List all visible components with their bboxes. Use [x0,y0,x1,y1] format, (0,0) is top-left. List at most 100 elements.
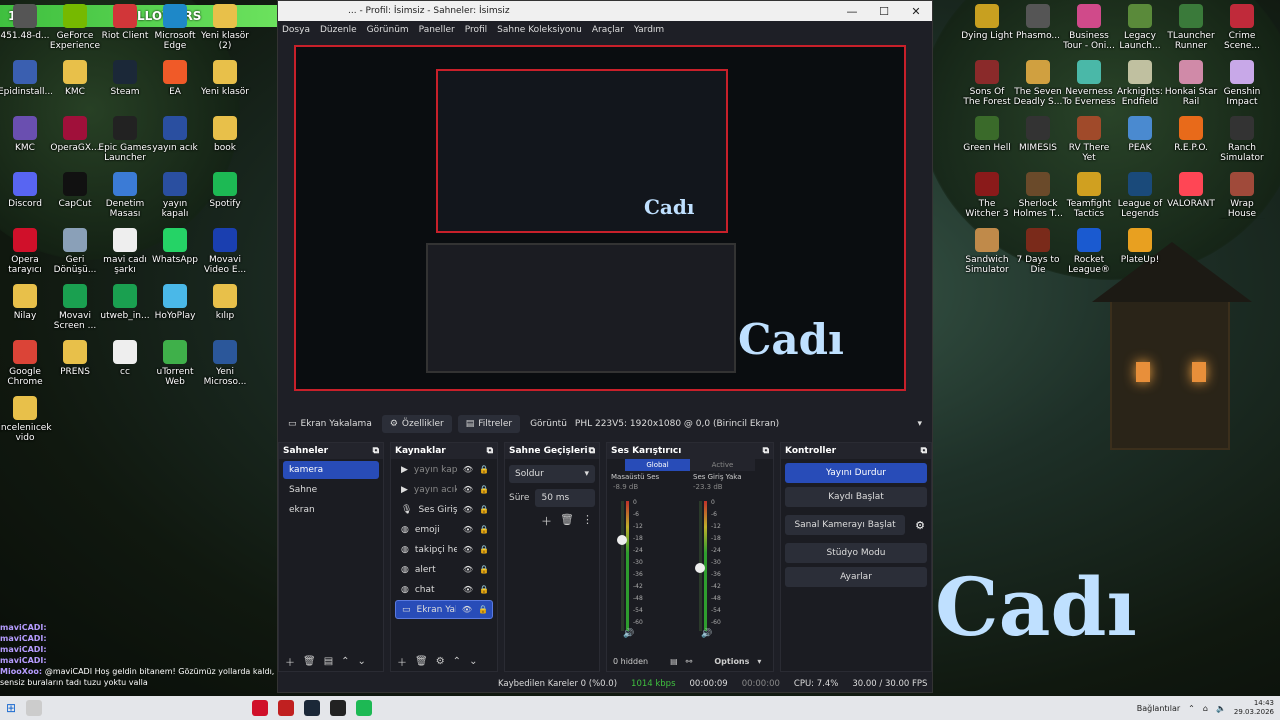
desktop-icon[interactable]: Movavi Screen ... [48,284,102,331]
desktop-icon[interactable]: Ranch Simulator [1215,116,1269,163]
desktop-icon[interactable]: mavi cadı şarkı [98,228,152,275]
spotify-icon[interactable] [356,700,373,716]
desktop-icon[interactable]: Yeni Microso... [198,340,252,387]
lock-icon[interactable]: 🔒 [479,545,493,554]
gear-icon[interactable]: ⚙ [436,656,445,667]
chevron-up-icon[interactable]: ⌃ [1188,704,1195,713]
desktop-icon[interactable]: PlateUp! [1113,228,1167,265]
desktop-icon[interactable]: Rocket League® [1062,228,1116,275]
scene-item[interactable]: ekran [283,501,379,519]
desktop-icon[interactable]: Movavi Video E... [198,228,252,275]
desktop-icon[interactable]: HoYoPlay [148,284,202,321]
desktop-icon[interactable]: Yeni klasör [198,60,252,97]
desktop-icon[interactable]: Discord [0,172,52,209]
desktop-icon[interactable]: The Seven Deadly S... [1011,60,1065,107]
desktop-icon[interactable]: RV There Yet [1062,116,1116,163]
desktop-icon[interactable]: yayın kapalı [148,172,202,219]
desktop-icon[interactable]: Epidinstall... [0,60,52,97]
desktop-icon[interactable]: Sandwich Simulator [960,228,1014,275]
desktop-icon[interactable]: Green Hell [960,116,1014,153]
gear-icon[interactable]: ⚙ [909,519,931,532]
obs-preview[interactable]: Cadı Cadı [294,45,906,391]
desktop-icon[interactable]: Denetim Masası [98,172,152,219]
volume-fader[interactable] [617,534,627,545]
source-item[interactable]: ▶ yayın kapalı 👁 🔒 [395,460,493,479]
lock-icon[interactable]: 🔒 [479,525,493,534]
minimize-icon[interactable]: — [836,5,868,18]
link-icon[interactable]: ⚯ [686,657,693,666]
options-button[interactable]: Options [714,657,749,666]
desktop-icon[interactable]: Honkai Star Rail [1164,60,1218,107]
desktop-icon[interactable]: TLauncher Runner [1164,4,1218,51]
desktop-icon[interactable]: 7 Days to Die [1011,228,1065,275]
add-icon[interactable]: ＋ [285,654,295,669]
lock-icon[interactable]: 🔒 [479,465,493,474]
desktop-icon[interactable]: utweb_in... [98,284,152,321]
chevron-down-icon[interactable]: ▾ [917,419,932,429]
dock-icon[interactable]: ⧉ [589,446,595,456]
source-item[interactable]: ▭ Ekran Yakala 👁 🔒 [395,600,493,619]
dock-icon[interactable]: ⧉ [487,446,493,456]
obs-icon[interactable] [330,700,347,716]
eye-icon[interactable]: 👁 [463,485,473,494]
eye-icon[interactable]: 👁 [463,465,473,474]
opera-icon[interactable] [252,700,269,716]
source-item[interactable]: ◍ alert 👁 🔒 [395,560,493,579]
desktop-icon[interactable]: KMC [0,116,52,153]
menu-paneller[interactable]: Paneller [419,25,455,35]
speaker-icon[interactable]: 🔊 [701,629,712,639]
desktop-icon[interactable]: Crime Scene... [1215,4,1269,51]
desktop-icon[interactable]: Business Tour - Oni... [1062,4,1116,51]
desktop-icon[interactable]: Dying Light [960,4,1014,41]
dock-icon[interactable]: ⧉ [921,446,927,456]
desktop-icon[interactable]: Phasmo... [1011,4,1065,41]
desktop-icon[interactable]: Geri Dönüşü... [48,228,102,275]
lock-icon[interactable]: 🔒 [479,505,493,514]
search-icon[interactable] [26,700,43,716]
desktop-icon[interactable]: The Witcher 3 ... [960,172,1014,219]
desktop-icon[interactable]: Google Chrome [0,340,52,387]
transition-select[interactable]: Soldur ▾ [509,465,595,483]
menu-duzenle[interactable]: Düzenle [320,25,357,35]
start-recording-button[interactable]: Kaydı Başlat [785,487,927,507]
speaker-icon[interactable]: 🔊 [623,629,634,639]
studio-mode-button[interactable]: Stüdyo Modu [785,543,927,563]
speaker-icon[interactable]: 🔈 [1216,704,1226,713]
source-item[interactable]: ▶ yayın acık 👁 🔒 [395,480,493,499]
eye-icon[interactable]: 👁 [463,565,473,574]
desktop-icon[interactable]: MIMESIS [1011,116,1065,153]
source-item[interactable]: ◍ emoji 👁 🔒 [395,520,493,539]
desktop-icon[interactable]: Riot Client [98,4,152,41]
close-icon[interactable]: ✕ [900,5,932,18]
desktop-icon[interactable]: kılıp [198,284,252,321]
lock-icon[interactable]: 🔒 [478,605,492,614]
list-icon[interactable]: ▤ [670,657,678,666]
menu-profil[interactable]: Profil [465,25,487,35]
desktop-icon[interactable]: Spotify [198,172,252,209]
desktop-icon[interactable]: Microsoft Edge [148,4,202,51]
desktop-icon[interactable]: CapCut [48,172,102,209]
eye-icon[interactable]: 👁 [463,545,473,554]
menu-gorunum[interactable]: Görünüm [367,25,409,35]
steam-icon[interactable] [304,700,321,716]
eye-icon[interactable]: 👁 [462,605,472,614]
scene-item[interactable]: Sahne [283,481,379,499]
eye-icon[interactable]: 👁 [463,585,473,594]
desktop-icon[interactable]: VALORANT [1164,172,1218,209]
menu-yardim[interactable]: Yardım [634,25,664,35]
desktop-icon[interactable]: Sons Of The Forest [960,60,1014,107]
display-select[interactable]: PHL 223V5: 1920x1080 @ 0,0 (Birincil Ekr… [575,419,918,429]
chevron-down-icon[interactable]: ▾ [757,657,761,666]
desktop-icon[interactable]: Arknights: Endfield [1113,60,1167,107]
source-item[interactable]: ◍ takipçi hedef 👁 🔒 [395,540,493,559]
desktop-icon[interactable]: Nilay [0,284,52,321]
desktop-icon[interactable]: cc [98,340,152,377]
menu-dosya[interactable]: Dosya [282,25,310,35]
network-icon[interactable]: ⌂ [1203,704,1208,713]
lock-icon[interactable]: 🔒 [479,585,493,594]
properties-button[interactable]: ⚙ Özellikler [381,415,452,433]
chevron-up-icon[interactable]: ⌃ [453,656,461,667]
filter-icon[interactable]: ▤ [324,656,333,667]
menu-araclar[interactable]: Araçlar [592,25,624,35]
desktop-icon[interactable]: Teamfight Tactics [1062,172,1116,219]
